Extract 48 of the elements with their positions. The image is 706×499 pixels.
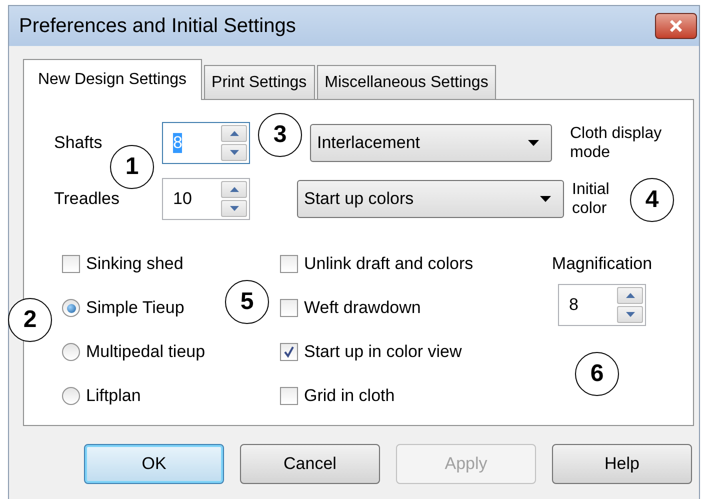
down-arrow-icon: [230, 206, 238, 211]
option-label: Unlink draft and colors: [304, 254, 474, 274]
up-arrow-icon: [230, 187, 238, 192]
tab[interactable]: New Design Settings: [23, 59, 202, 100]
spin-up-button[interactable]: [617, 287, 643, 304]
up-arrow-icon: [626, 293, 634, 298]
option-label: Sinking shed: [86, 254, 184, 274]
spin-down-button[interactable]: [617, 306, 643, 323]
window-title: Preferences and Initial Settings: [19, 14, 296, 38]
option-label: Grid in cloth: [304, 386, 395, 406]
treadles-label: Treadles: [54, 189, 121, 209]
checkbox[interactable]: [280, 387, 298, 405]
close-button[interactable]: [655, 13, 697, 39]
caret-icon: [528, 140, 539, 146]
caret-icon: [540, 196, 551, 202]
dropdown[interactable]: Interlacement: [310, 124, 552, 162]
tab[interactable]: Miscellaneous Settings: [316, 65, 496, 99]
spin-down-button[interactable]: [221, 144, 247, 161]
magnification-spinbox[interactable]: 8: [558, 284, 646, 326]
dropdown[interactable]: Start up colors: [297, 180, 564, 218]
spin-up-button[interactable]: [221, 125, 247, 142]
radio-button[interactable]: [62, 299, 80, 317]
initial-color-label: Initial color: [572, 180, 610, 218]
magnification-label: Magnification: [552, 254, 652, 274]
option-label: Multipedal tieup: [86, 342, 206, 362]
option-label: Simple Tieup: [86, 298, 184, 318]
up-arrow-icon: [230, 131, 238, 136]
option-label: Weft drawdown: [304, 298, 421, 318]
checkbox[interactable]: [280, 255, 298, 273]
option-label: Start up in color view: [304, 342, 462, 362]
option-label: Liftplan: [86, 386, 141, 406]
dialog-button[interactable]: Help: [552, 444, 692, 484]
treadles-spinbox[interactable]: 10: [162, 178, 250, 220]
dialog-button[interactable]: OK: [84, 444, 224, 484]
down-arrow-icon: [230, 150, 238, 155]
radio-button[interactable]: [62, 387, 80, 405]
checkbox[interactable]: [62, 255, 80, 273]
close-icon: [669, 20, 683, 32]
dialog-button[interactable]: Cancel: [240, 444, 380, 484]
radio-button[interactable]: [62, 343, 80, 361]
tab[interactable]: Print Settings: [204, 65, 315, 99]
spin-up-button[interactable]: [221, 181, 247, 198]
spin-down-button[interactable]: [221, 200, 247, 217]
checkbox[interactable]: [280, 343, 298, 361]
down-arrow-icon: [626, 312, 634, 317]
shafts-label: Shafts: [54, 133, 104, 153]
cloth-display-mode-label: Cloth display mode: [570, 124, 663, 162]
checkbox[interactable]: [280, 299, 298, 317]
